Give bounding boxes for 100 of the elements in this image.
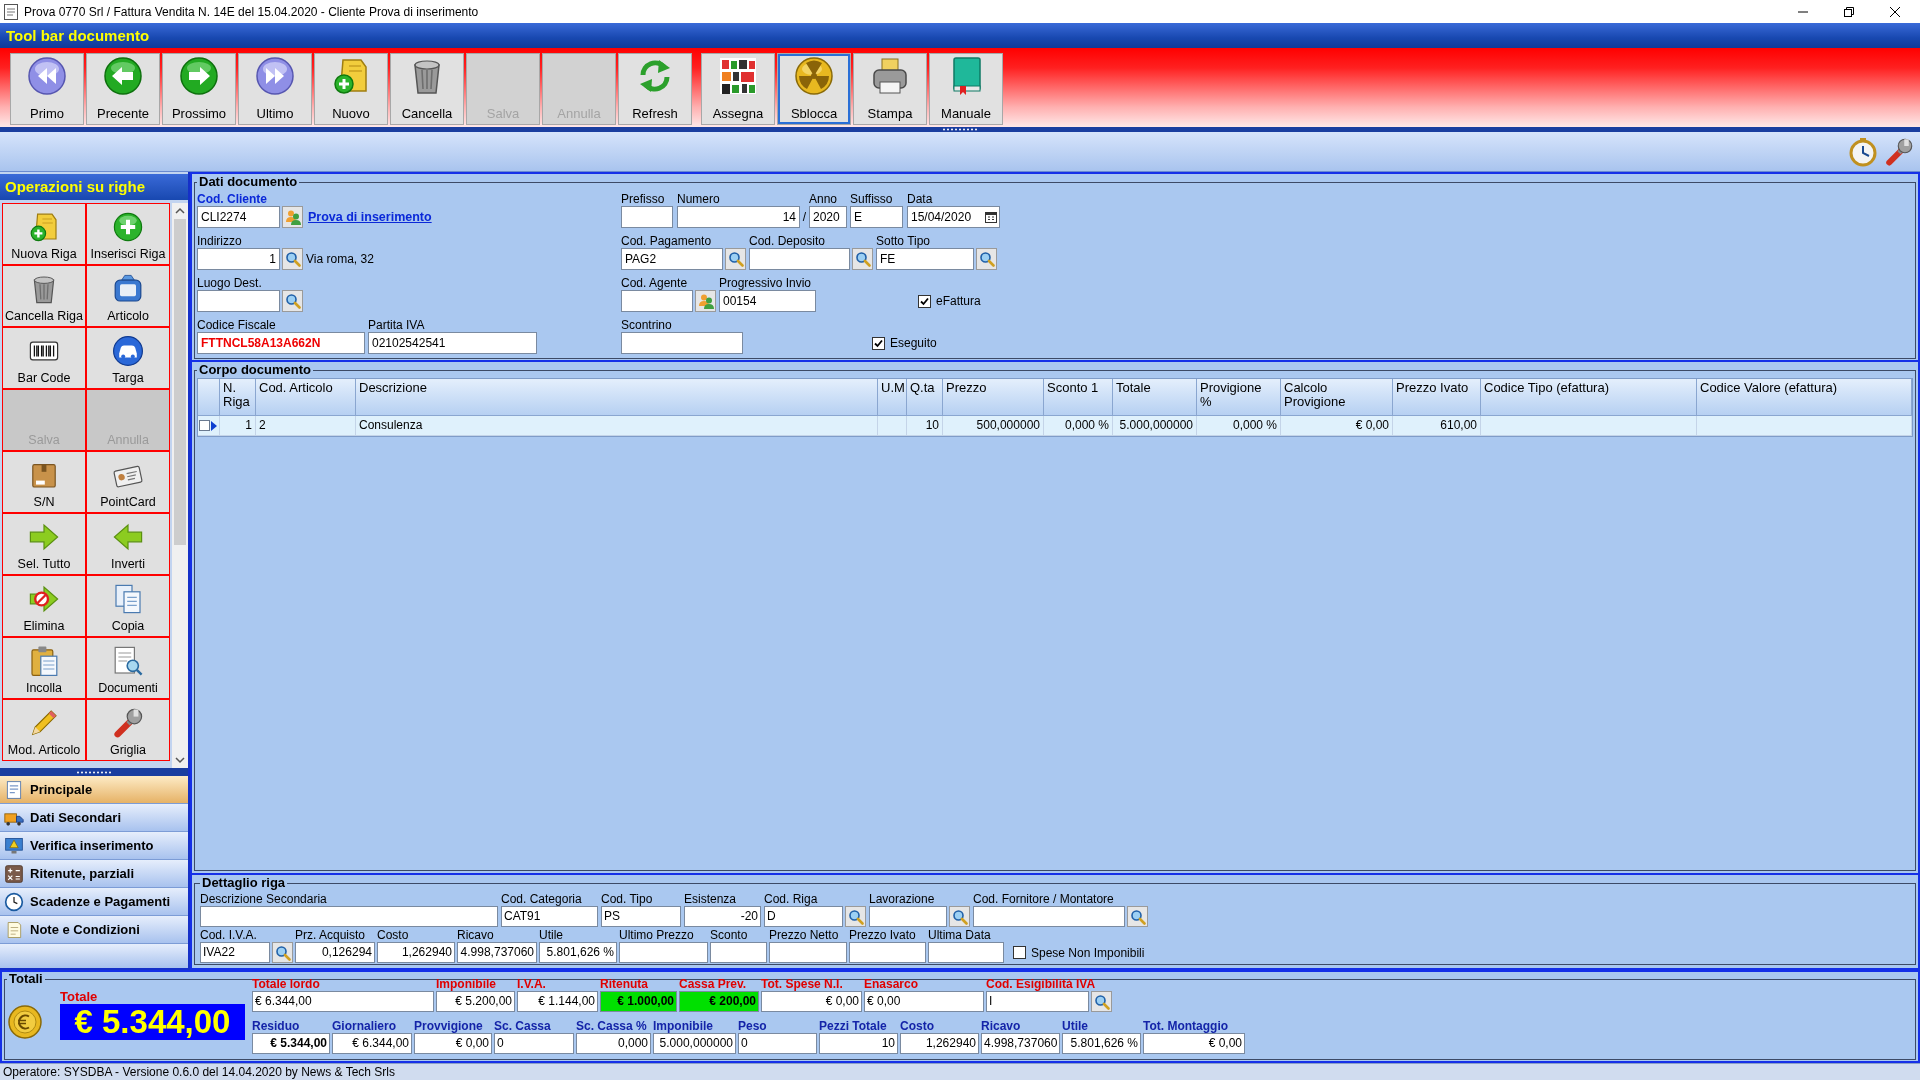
toolbar-button[interactable]: Sblocca <box>777 53 851 125</box>
row-action-button[interactable]: Sel. Tutto <box>2 513 86 575</box>
input-field[interactable]: 0 <box>738 1033 817 1054</box>
input-field[interactable] <box>197 290 280 312</box>
row-action-button[interactable]: Inverti <box>86 513 170 575</box>
column-header[interactable]: Totale <box>1113 379 1197 416</box>
input-field[interactable]: IVA22 <box>200 942 270 963</box>
input-field[interactable] <box>621 332 743 354</box>
input-field[interactable] <box>619 942 708 963</box>
row-action-button[interactable]: Cancella Riga <box>2 265 86 327</box>
input-field[interactable]: 5.801,626 % <box>1062 1033 1141 1054</box>
input-field[interactable] <box>849 942 926 963</box>
toolbar-button[interactable]: Refresh <box>618 53 692 125</box>
input-field[interactable]: D <box>764 906 843 927</box>
column-header[interactable]: Descrizione <box>356 379 878 416</box>
nav-item[interactable]: Principale <box>0 776 188 804</box>
column-header[interactable]: Prezzo Ivato <box>1393 379 1481 416</box>
input-field[interactable] <box>928 942 1004 963</box>
lookup-button[interactable] <box>282 290 303 312</box>
nav-item[interactable]: Verifica inserimento <box>0 832 188 860</box>
input-field[interactable]: PS <box>601 906 681 927</box>
row-action-button[interactable]: Documenti <box>86 637 170 699</box>
lookup-button[interactable] <box>1127 906 1148 927</box>
input-field[interactable]: 1 <box>197 248 280 270</box>
input-field[interactable]: € 1.144,00 <box>517 991 598 1012</box>
input-field[interactable]: FTTNCL58A13A662N <box>197 332 365 354</box>
input-field[interactable] <box>200 906 498 927</box>
input-field[interactable] <box>710 942 767 963</box>
input-field[interactable]: 0,126294 <box>295 942 375 963</box>
input-field[interactable]: I <box>986 991 1089 1012</box>
row-action-button[interactable]: S/N <box>2 451 86 513</box>
input-field[interactable]: € 1.000,00 <box>600 991 677 1012</box>
column-header[interactable]: N. Riga <box>220 379 256 416</box>
input-field[interactable]: € 0,00 <box>761 991 862 1012</box>
lookup-button[interactable] <box>852 248 873 270</box>
lookup-button[interactable] <box>725 248 746 270</box>
column-header[interactable]: Sconto 1 <box>1044 379 1113 416</box>
input-field[interactable]: 1,262940 <box>900 1033 979 1054</box>
input-field[interactable]: € 0,00 <box>864 991 984 1012</box>
input-field[interactable]: € 200,00 <box>679 991 759 1012</box>
lookup-button[interactable] <box>845 906 866 927</box>
column-header[interactable]: Cod. Articolo <box>256 379 356 416</box>
stopwatch-icon[interactable] <box>1848 136 1878 167</box>
toolbar-button[interactable]: Manuale <box>929 53 1003 125</box>
nav-item[interactable]: Dati Secondari <box>0 804 188 832</box>
wrench-icon[interactable] <box>1884 136 1914 167</box>
input-field[interactable]: 5.801,626 % <box>539 942 617 963</box>
row-action-button[interactable]: PointCard <box>86 451 170 513</box>
input-field[interactable] <box>869 906 947 927</box>
column-header[interactable]: Codice Valore (efattura) <box>1697 379 1912 416</box>
input-field[interactable]: € 0,00 <box>1143 1033 1245 1054</box>
lookup-button[interactable] <box>949 906 970 927</box>
input-field[interactable]: 5.000,000000 <box>653 1033 736 1054</box>
input-field[interactable]: € 6.344,00 <box>252 991 434 1012</box>
column-header[interactable]: Q.ta <box>907 379 943 416</box>
input-field[interactable]: 14 <box>677 206 800 228</box>
row-checkbox[interactable] <box>199 420 210 431</box>
toolbar-button[interactable]: Prossimo <box>162 53 236 125</box>
nav-item[interactable]: Note e Condizioni <box>0 916 188 944</box>
lookup-button[interactable] <box>282 206 303 228</box>
input-field[interactable]: 02102542541 <box>368 332 537 354</box>
toolbar-button[interactable]: Stampa <box>853 53 927 125</box>
input-field[interactable]: 00154 <box>719 290 816 312</box>
toolbar-button[interactable]: Nuovo <box>314 53 388 125</box>
toolbar-button[interactable]: Cancella <box>390 53 464 125</box>
row-action-button[interactable]: Copia <box>86 575 170 637</box>
calendar-icon[interactable] <box>985 211 997 223</box>
input-field[interactable]: 2020 <box>809 206 847 228</box>
grip-handle-icon[interactable] <box>942 128 978 131</box>
scrollbar[interactable] <box>172 203 188 768</box>
input-field[interactable]: 1,262940 <box>377 942 455 963</box>
input-field[interactable]: CLI2274 <box>197 206 280 228</box>
checkbox[interactable] <box>918 294 931 308</box>
row-action-button[interactable]: Elimina <box>2 575 86 637</box>
row-action-button[interactable]: Targa <box>86 327 170 389</box>
row-action-button[interactable]: Nuova Riga <box>2 203 86 265</box>
input-field[interactable]: 0 <box>494 1033 574 1054</box>
input-field[interactable] <box>621 206 673 228</box>
input-field[interactable] <box>749 248 850 270</box>
row-action-button[interactable]: Inserisci Riga <box>86 203 170 265</box>
checkbox[interactable] <box>1013 946 1026 959</box>
toolbar-button[interactable]: Precente <box>86 53 160 125</box>
toolbar-button[interactable]: Assegna <box>701 53 775 125</box>
toolbar-button[interactable]: Ultimo <box>238 53 312 125</box>
grip-handle-icon[interactable] <box>76 770 112 774</box>
input-field[interactable]: 0,000 <box>576 1033 651 1054</box>
input-field[interactable]: PAG2 <box>621 248 723 270</box>
date-field[interactable]: 15/04/2020 <box>907 206 1000 228</box>
column-header[interactable]: Prezzo <box>943 379 1044 416</box>
lookup-button[interactable] <box>1091 991 1112 1012</box>
input-field[interactable] <box>621 290 693 312</box>
row-action-button[interactable]: Mod. Articolo <box>2 699 86 761</box>
row-action-button[interactable]: Bar Code <box>2 327 86 389</box>
row-action-button[interactable]: Articolo <box>86 265 170 327</box>
lookup-button[interactable] <box>976 248 997 270</box>
toolbar-button[interactable]: Primo <box>10 53 84 125</box>
column-header[interactable]: Provigione % <box>1197 379 1281 416</box>
column-header[interactable]: U.M <box>878 379 907 416</box>
input-field[interactable]: € 5.200,00 <box>436 991 515 1012</box>
input-field[interactable]: 4.998,737060 <box>457 942 537 963</box>
